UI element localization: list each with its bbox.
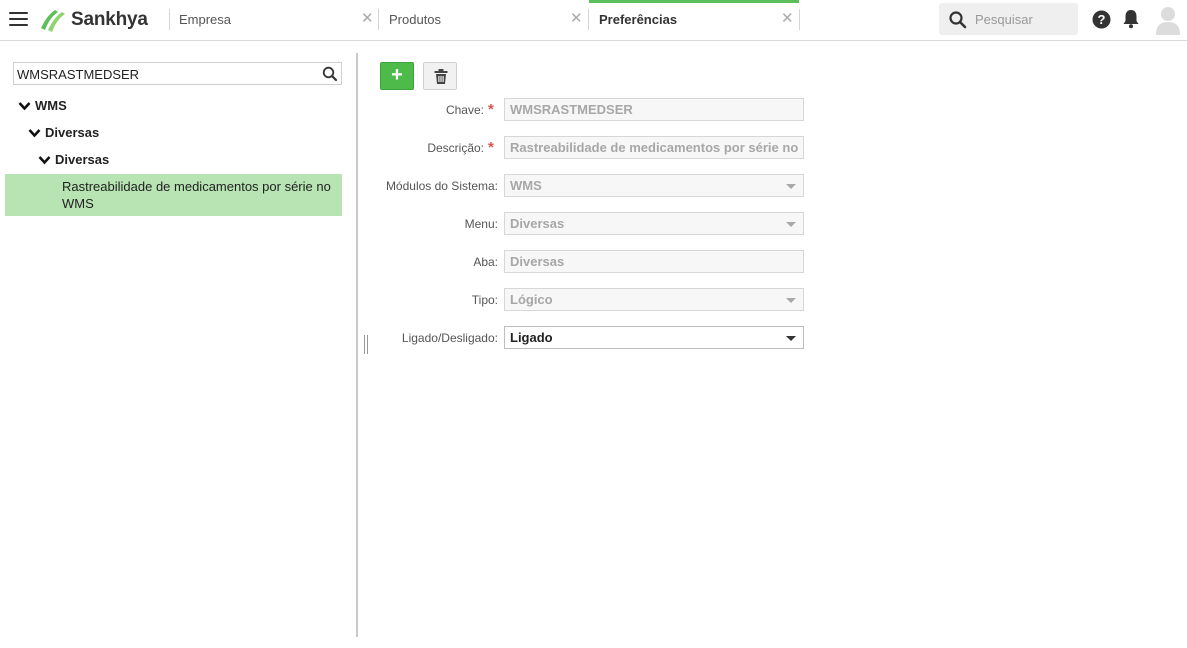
menu-label: Menu:: [464, 217, 498, 231]
add-button[interactable]: +: [380, 62, 414, 90]
tree-search-input[interactable]: [17, 65, 317, 83]
trash-icon: [434, 69, 448, 84]
search-icon: [949, 11, 967, 29]
select-value: Lógico: [510, 292, 553, 307]
chevron-down-icon: [38, 155, 51, 164]
tab-produtos[interactable]: Produtos ✕: [379, 0, 588, 40]
select-value: Diversas: [510, 216, 565, 231]
user-avatar-icon[interactable]: [1155, 5, 1181, 35]
tree-node-label: Diversas: [45, 125, 100, 140]
bell-icon[interactable]: [1122, 9, 1140, 29]
tab-label: Preferências: [599, 12, 678, 27]
menu-icon[interactable]: [9, 12, 28, 28]
chevron-down-icon: [18, 101, 31, 110]
chave-field: WMSRASTMEDSER: [504, 98, 804, 121]
tree-node-label: WMS: [35, 98, 67, 113]
svg-text:?: ?: [1098, 12, 1106, 27]
tree-node-label: Diversas: [55, 152, 110, 167]
caret-down-icon: [786, 336, 796, 341]
panel-divider: [356, 53, 358, 637]
top-bar: Sankhya Empresa ✕ Produtos ✕ Preferência…: [0, 0, 1187, 41]
modulos-select: WMS: [504, 174, 804, 197]
divider: [799, 9, 800, 30]
ligado-desligado-select[interactable]: Ligado: [504, 326, 804, 349]
tipo-label: Tipo:: [471, 293, 498, 307]
help-icon[interactable]: ?: [1092, 10, 1111, 29]
logo[interactable]: Sankhya: [39, 7, 148, 33]
close-icon[interactable]: ✕: [781, 11, 794, 27]
tab-empresa[interactable]: Empresa ✕: [169, 0, 378, 40]
tab-preferencias[interactable]: Preferências ✕: [589, 0, 799, 40]
preferences-tree-panel: WMS Diversas Diversas Rastreabilidade de…: [0, 41, 356, 648]
tree-node-diversas[interactable]: Diversas: [28, 125, 99, 140]
search-input[interactable]: [975, 9, 1071, 29]
modulos-label: Módulos do Sistema:: [385, 179, 498, 193]
delete-button[interactable]: [423, 62, 457, 90]
chave-label: Chave:: [445, 103, 484, 117]
tipo-select: Lógico: [504, 288, 804, 311]
tree-node-diversas-sub[interactable]: Diversas: [38, 152, 109, 167]
chevron-down-icon: [28, 128, 41, 137]
tree-leaf-selected[interactable]: Rastreabilidade de medicamentos por séri…: [5, 174, 342, 216]
required-marker: *: [488, 101, 494, 118]
caret-down-icon: [786, 298, 796, 303]
tree-search[interactable]: [13, 62, 342, 85]
descricao-field: Rastreabilidade de medicamentos por séri…: [504, 136, 804, 159]
aba-field: Diversas: [504, 250, 804, 273]
global-search[interactable]: [939, 3, 1078, 35]
aba-label: Aba:: [473, 255, 498, 269]
tab-label: Produtos: [389, 12, 442, 27]
tree-node-wms[interactable]: WMS: [18, 98, 67, 113]
close-icon[interactable]: ✕: [570, 11, 583, 27]
select-value: WMS: [510, 178, 542, 193]
required-marker: *: [488, 139, 494, 156]
ligado-desligado-label: Ligado/Desligado:: [401, 331, 498, 345]
sankhya-logo-icon: [41, 10, 65, 32]
search-icon[interactable]: [322, 66, 338, 82]
descricao-label: Descrição:: [427, 141, 484, 155]
brand-name: Sankhya: [71, 9, 148, 30]
caret-down-icon: [786, 222, 796, 227]
tab-label: Empresa: [179, 12, 232, 27]
menu-select: Diversas: [504, 212, 804, 235]
close-icon[interactable]: ✕: [361, 11, 374, 27]
select-value: Ligado: [510, 330, 553, 345]
caret-down-icon: [786, 184, 796, 189]
resize-handle[interactable]: [364, 335, 368, 354]
